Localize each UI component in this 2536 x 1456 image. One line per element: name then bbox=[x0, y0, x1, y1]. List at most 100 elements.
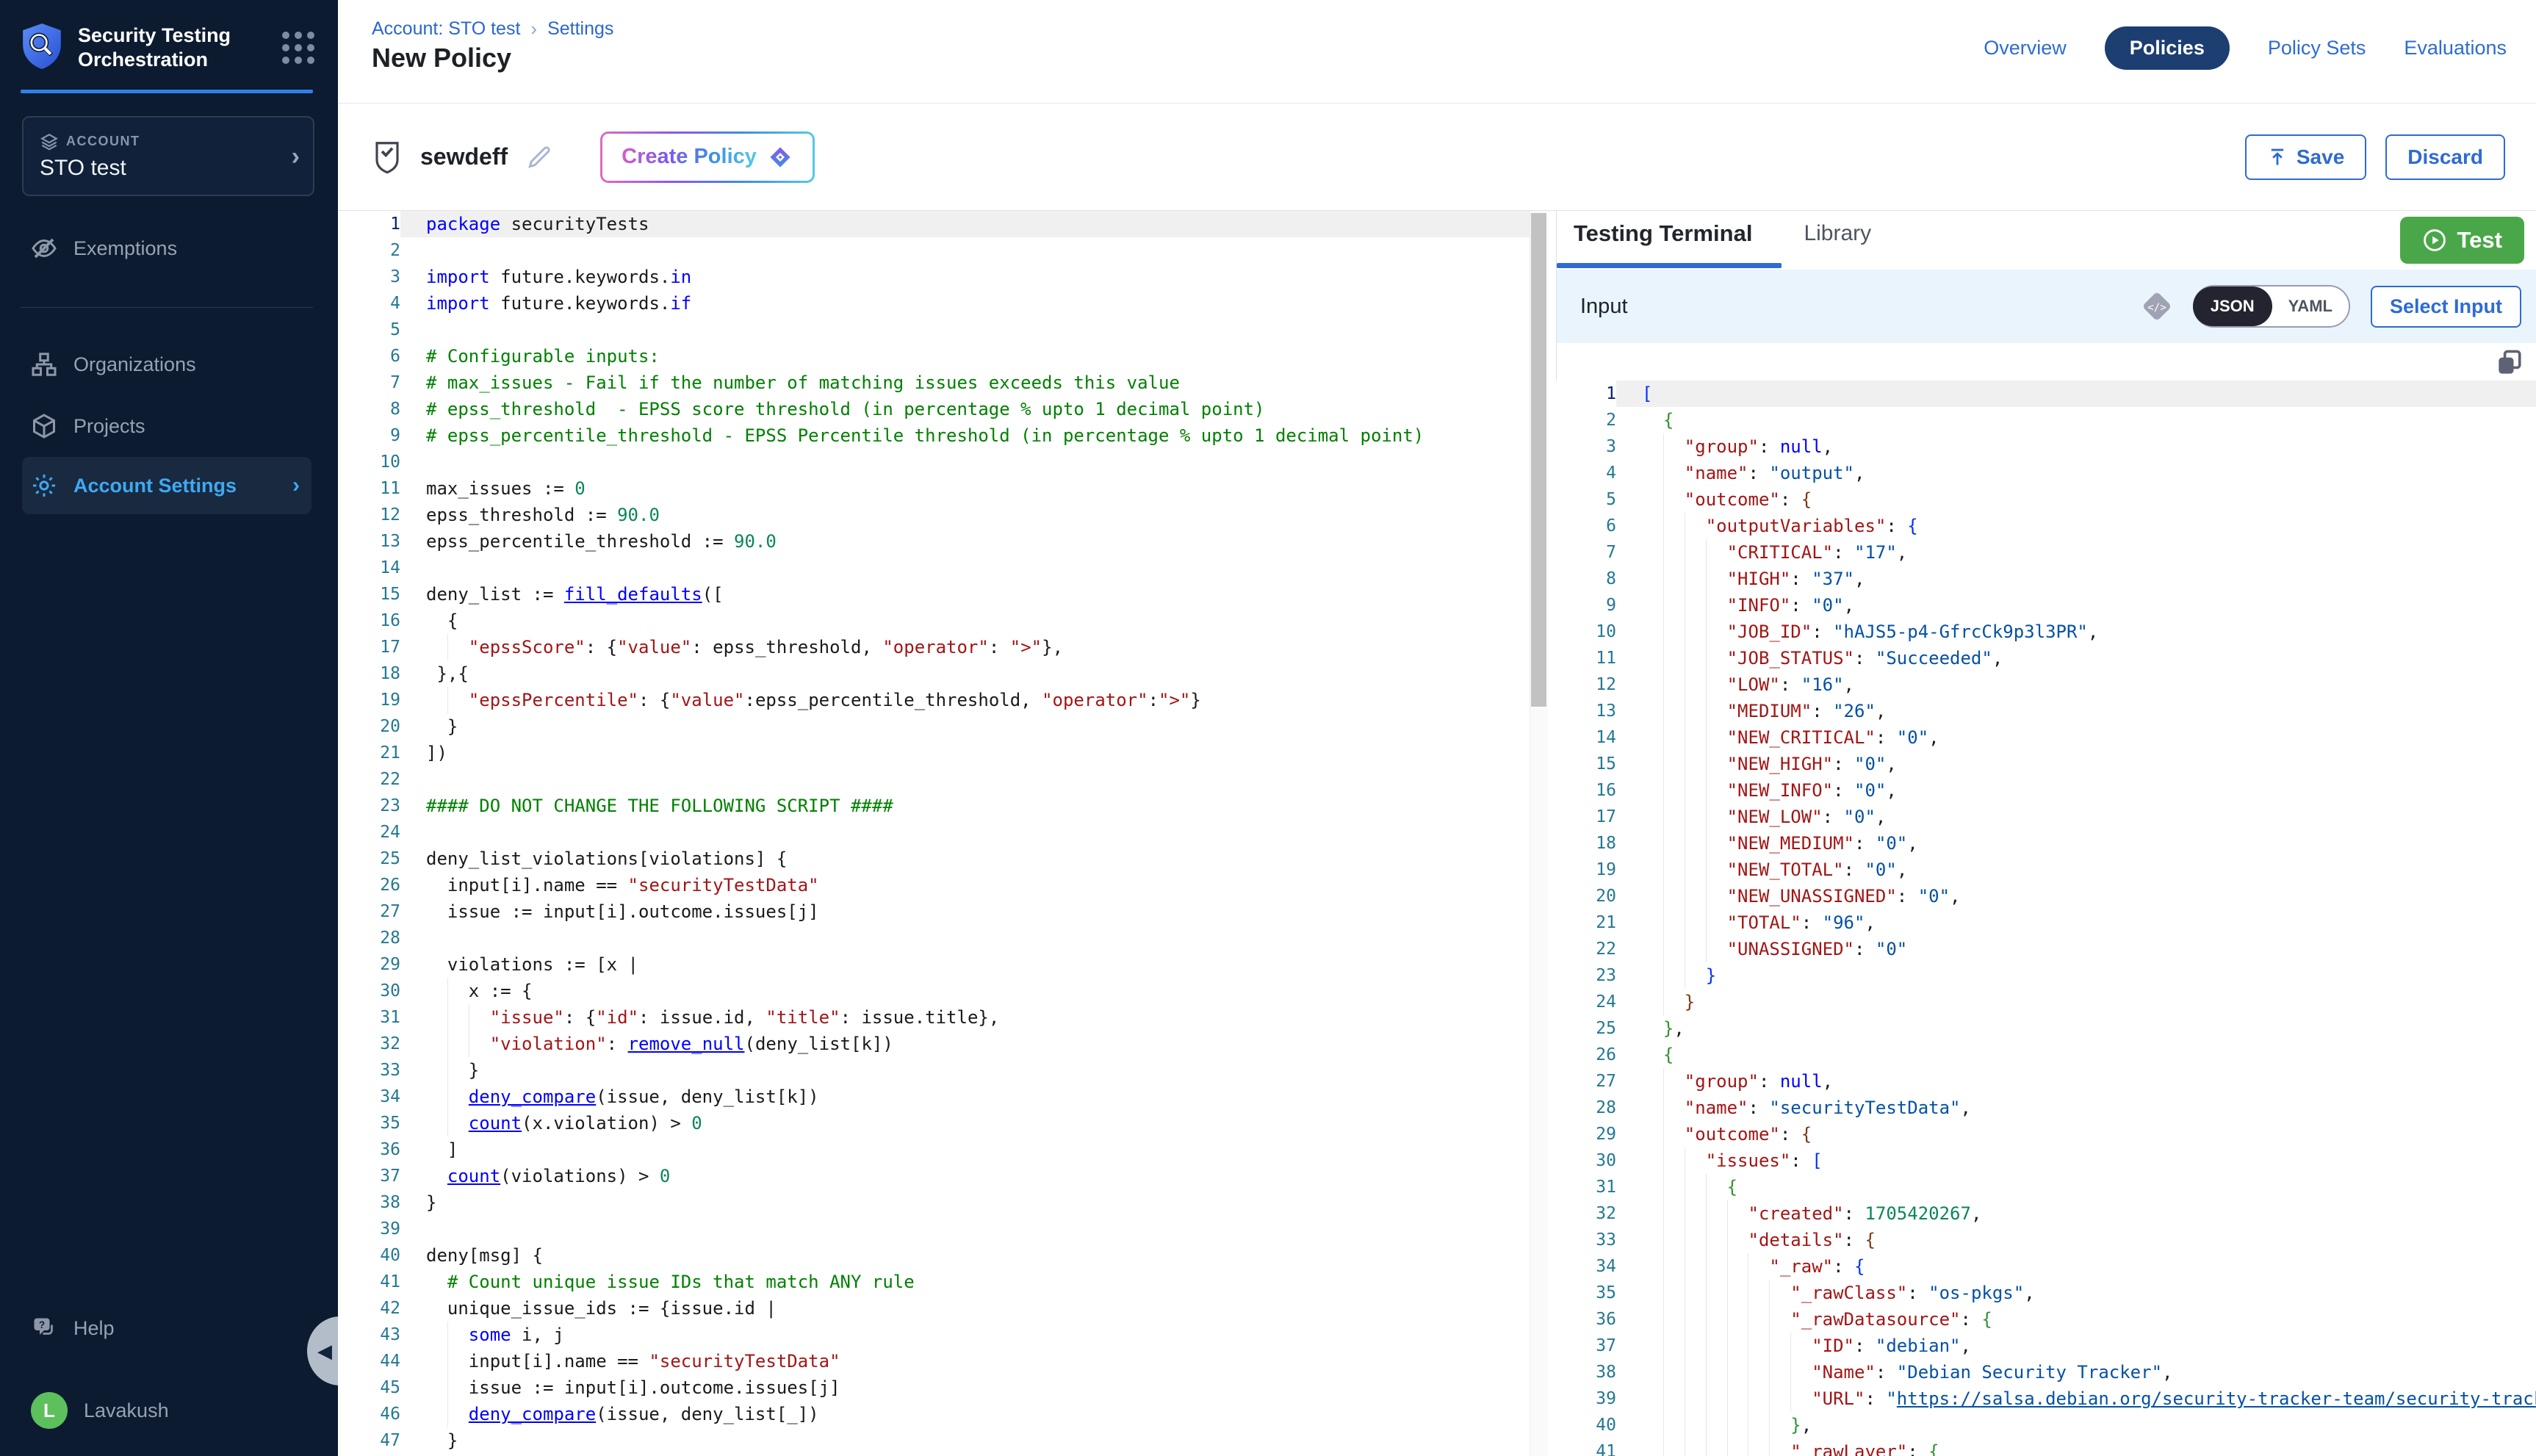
sidebar-item-projects[interactable]: Projects bbox=[22, 404, 311, 448]
select-input-button[interactable]: Select Input bbox=[2371, 286, 2521, 328]
code-line[interactable]: 42 unique_issue_ids := {issue.id | bbox=[338, 1295, 1530, 1322]
code-line[interactable]: 19 "epssPercentile": {"value":epss_perce… bbox=[338, 687, 1530, 713]
code-line[interactable]: 12 "LOW": "16", bbox=[1556, 671, 2536, 698]
nav-evaluations[interactable]: Evaluations bbox=[2404, 37, 2507, 60]
code-line[interactable]: 27 issue := input[i].outcome.issues[j] bbox=[338, 898, 1530, 925]
test-button[interactable]: Test bbox=[2400, 217, 2524, 264]
code-line[interactable]: 31 "issue": {"id": issue.id, "title": is… bbox=[338, 1004, 1530, 1031]
code-line[interactable]: 3 "group": null, bbox=[1556, 433, 2536, 460]
code-line[interactable]: 34 "_raw": { bbox=[1556, 1253, 2536, 1280]
code-line[interactable]: 14 "NEW_CRITICAL": "0", bbox=[1556, 724, 2536, 751]
sidebar-item-account-settings[interactable]: Account Settings › bbox=[22, 457, 311, 514]
code-line[interactable]: 25deny_list_violations[violations] { bbox=[338, 846, 1530, 872]
code-line[interactable]: 24 } bbox=[1556, 989, 2536, 1015]
code-line[interactable]: 9 "INFO": "0", bbox=[1556, 592, 2536, 619]
code-line[interactable]: 37 "ID": "debian", bbox=[1556, 1333, 2536, 1359]
code-line[interactable]: 36 "_rawDatasource": { bbox=[1556, 1306, 2536, 1333]
code-line[interactable]: 40 }, bbox=[1556, 1412, 2536, 1438]
tab-library[interactable]: Library bbox=[1804, 221, 1871, 246]
tab-testing-terminal[interactable]: Testing Terminal bbox=[1574, 220, 1752, 247]
code-line[interactable]: 25 }, bbox=[1556, 1015, 2536, 1042]
copy-icon[interactable] bbox=[2493, 347, 2526, 379]
code-line[interactable]: 38 "Name": "Debian Security Tracker", bbox=[1556, 1359, 2536, 1385]
code-line[interactable]: 13epss_percentile_threshold := 90.0 bbox=[338, 528, 1530, 555]
code-line[interactable]: 37 count(violations) > 0 bbox=[338, 1163, 1530, 1189]
code-line[interactable]: 14 bbox=[338, 555, 1530, 581]
sidebar-item-organizations[interactable]: Organizations bbox=[22, 342, 311, 386]
code-line[interactable]: 24 bbox=[338, 819, 1530, 846]
code-line[interactable]: 11max_issues := 0 bbox=[338, 475, 1530, 502]
code-line[interactable]: 28 "name": "securityTestData", bbox=[1556, 1095, 2536, 1121]
module-grid-icon[interactable] bbox=[282, 32, 314, 64]
code-line[interactable]: 18 },{ bbox=[338, 660, 1530, 687]
code-line[interactable]: 10 bbox=[338, 449, 1530, 475]
breadcrumb-account[interactable]: Account: STO test bbox=[372, 18, 520, 40]
code-line[interactable]: 11 "JOB_STATUS": "Succeeded", bbox=[1556, 645, 2536, 671]
code-line[interactable]: 19 "NEW_TOTAL": "0", bbox=[1556, 857, 2536, 883]
code-line[interactable]: 35 count(x.violation) > 0 bbox=[338, 1110, 1530, 1136]
save-button[interactable]: Save bbox=[2245, 134, 2366, 180]
code-line[interactable]: 2 bbox=[338, 237, 1530, 264]
code-line[interactable]: 1[ bbox=[1556, 381, 2536, 407]
code-line[interactable]: 7# max_issues - Fail if the number of ma… bbox=[338, 370, 1530, 396]
code-line[interactable]: 22 "UNASSIGNED": "0" bbox=[1556, 936, 2536, 962]
sidebar-item-exemptions[interactable]: Exemptions bbox=[22, 226, 311, 270]
code-line[interactable]: 26 input[i].name == "securityTestData" bbox=[338, 872, 1530, 898]
code-line[interactable]: 5 "outcome": { bbox=[1556, 486, 2536, 513]
format-yaml-option[interactable]: YAML bbox=[2272, 297, 2349, 316]
code-line[interactable]: 16 "NEW_INFO": "0", bbox=[1556, 777, 2536, 804]
code-line[interactable]: 21]) bbox=[338, 740, 1530, 766]
code-line[interactable]: 41 # Count unique issue IDs that match A… bbox=[338, 1269, 1530, 1295]
test-input-json-editor[interactable]: 1[2 {3 "group": null,4 "name": "output",… bbox=[1556, 381, 2536, 1456]
code-line[interactable]: 44 input[i].name == "securityTestData" bbox=[338, 1348, 1530, 1374]
code-line[interactable]: 26 { bbox=[1556, 1042, 2536, 1068]
code-line[interactable]: 2 { bbox=[1556, 407, 2536, 433]
code-line[interactable]: 47 } bbox=[338, 1427, 1530, 1454]
nav-overview[interactable]: Overview bbox=[1984, 37, 2067, 60]
code-line[interactable]: 32 "violation": remove_null(deny_list[k]… bbox=[338, 1031, 1530, 1057]
discard-button[interactable]: Discard bbox=[2385, 134, 2505, 180]
code-line[interactable]: 3import future.keywords.in bbox=[338, 264, 1530, 290]
code-line[interactable]: 28 bbox=[338, 925, 1530, 951]
code-line[interactable]: 40deny[msg] { bbox=[338, 1242, 1530, 1269]
code-line[interactable]: 27 "group": null, bbox=[1556, 1068, 2536, 1095]
code-diamond-icon[interactable]: </> bbox=[2140, 289, 2174, 323]
code-line[interactable]: 17 "NEW_LOW": "0", bbox=[1556, 804, 2536, 830]
code-line[interactable]: 8# epss_threshold - EPSS score threshold… bbox=[338, 396, 1530, 422]
code-line[interactable]: 16 { bbox=[338, 608, 1530, 634]
code-line[interactable]: 39 "URL": "https://salsa.debian.org/secu… bbox=[1556, 1385, 2536, 1412]
code-line[interactable]: 41 "_rawLayer": { bbox=[1556, 1438, 2536, 1456]
code-line[interactable]: 38} bbox=[338, 1189, 1530, 1216]
code-line[interactable]: 4 "name": "output", bbox=[1556, 460, 2536, 486]
code-line[interactable]: 39 bbox=[338, 1216, 1530, 1242]
code-line[interactable]: 33 } bbox=[338, 1057, 1530, 1084]
code-line[interactable]: 33 "details": { bbox=[1556, 1227, 2536, 1253]
sidebar-item-help[interactable]: ? Help bbox=[22, 1306, 311, 1350]
nav-policy-sets[interactable]: Policy Sets bbox=[2268, 37, 2366, 60]
code-line[interactable]: 22 bbox=[338, 766, 1530, 793]
code-line[interactable]: 20 "NEW_UNASSIGNED": "0", bbox=[1556, 883, 2536, 909]
code-line[interactable]: 7 "CRITICAL": "17", bbox=[1556, 539, 2536, 566]
code-line[interactable]: 23#### DO NOT CHANGE THE FOLLOWING SCRIP… bbox=[338, 793, 1530, 819]
code-line[interactable]: 45 issue := input[i].outcome.issues[j] bbox=[338, 1374, 1530, 1401]
code-line[interactable]: 1package securityTests bbox=[338, 211, 1530, 237]
code-line[interactable]: 9# epss_percentile_threshold - EPSS Perc… bbox=[338, 422, 1530, 449]
nav-policies[interactable]: Policies bbox=[2105, 26, 2230, 70]
code-line[interactable]: 29 violations := [x | bbox=[338, 951, 1530, 978]
code-line[interactable]: 36 ] bbox=[338, 1136, 1530, 1163]
code-line[interactable]: 6# Configurable inputs: bbox=[338, 343, 1530, 370]
format-toggle[interactable]: JSON YAML bbox=[2193, 285, 2350, 328]
code-line[interactable]: 18 "NEW_MEDIUM": "0", bbox=[1556, 830, 2536, 857]
code-line[interactable]: 4import future.keywords.if bbox=[338, 290, 1530, 317]
code-line[interactable]: 12epss_threshold := 90.0 bbox=[338, 502, 1530, 528]
code-line[interactable]: 43 some i, j bbox=[338, 1322, 1530, 1348]
code-line[interactable]: 32 "created": 1705420267, bbox=[1556, 1200, 2536, 1227]
code-line[interactable]: 30 "issues": [ bbox=[1556, 1147, 2536, 1174]
edit-pencil-icon[interactable] bbox=[525, 143, 553, 171]
format-json-option[interactable]: JSON bbox=[2193, 286, 2272, 326]
code-line[interactable]: 15deny_list := fill_defaults([ bbox=[338, 581, 1530, 608]
code-line[interactable]: 13 "MEDIUM": "26", bbox=[1556, 698, 2536, 724]
code-line[interactable]: 46 deny_compare(issue, deny_list[_]) bbox=[338, 1401, 1530, 1427]
code-line[interactable]: 8 "HIGH": "37", bbox=[1556, 566, 2536, 592]
code-line[interactable]: 21 "TOTAL": "96", bbox=[1556, 909, 2536, 936]
